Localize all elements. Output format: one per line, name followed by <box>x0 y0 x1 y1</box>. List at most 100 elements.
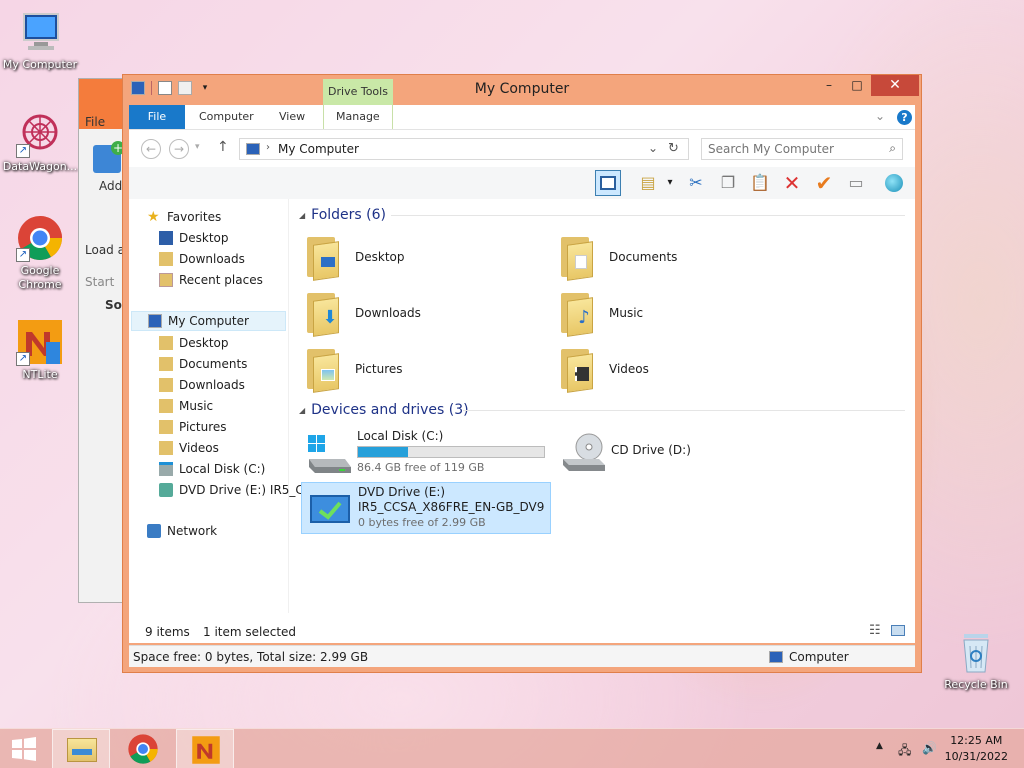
desktop-icon-ntlite[interactable]: ↗ NTLite <box>0 318 80 382</box>
windows-hard-drive-icon <box>305 431 353 475</box>
search-input[interactable] <box>708 142 878 156</box>
check-icon[interactable]: ✔ <box>811 170 837 196</box>
taskbar-google-chrome[interactable] <box>114 729 172 768</box>
nav-computer-videos[interactable]: Videos <box>159 438 219 458</box>
maximize-button[interactable]: □ <box>843 75 871 96</box>
nav-computer-music[interactable]: Music <box>159 396 213 416</box>
ribbon-expand-chevron-icon[interactable]: ⌄ <box>875 109 885 123</box>
desktop-folder-icon <box>307 237 339 281</box>
drive-volume-label: IR5_CCSA_X86FRE_EN-GB_DV9 <box>358 500 545 514</box>
drive-free-space: 0 bytes free of 2.99 GB <box>358 516 486 529</box>
videos-folder-icon <box>561 349 593 393</box>
item-count: 9 items <box>145 625 190 639</box>
tab-file[interactable]: File <box>129 105 185 129</box>
drive-tile-dvd-drive-e[interactable]: DVD Drive (E:) IR5_CCSA_X86FRE_EN-GB_DV9… <box>301 482 551 534</box>
nav-favorites[interactable]: ★ Favorites <box>147 207 221 227</box>
folder-tile-videos[interactable]: Videos <box>555 343 805 395</box>
back-button[interactable]: ← <box>141 139 161 159</box>
nav-favorite-desktop[interactable]: Desktop <box>159 228 229 248</box>
address-bar[interactable]: › My Computer ⌄ ↻ <box>239 138 689 160</box>
nav-computer-documents[interactable]: Documents <box>159 354 247 374</box>
preview-pane-icon[interactable] <box>595 170 621 196</box>
desktop-icon-datawagon[interactable]: ↗ DataWagon... <box>0 110 80 174</box>
delete-icon[interactable]: ✕ <box>779 170 805 196</box>
volume-icon[interactable]: 🔊 <box>922 741 937 755</box>
nav-computer-downloads[interactable]: Downloads <box>159 375 245 395</box>
group-header-folders[interactable]: ◢ Folders (6) <box>299 207 386 223</box>
desktop-icon-my-computer[interactable]: My Computer <box>0 8 80 72</box>
system-clock[interactable]: 12:25 AM 10/31/2022 <box>945 733 1008 765</box>
dropdown-chevron-icon[interactable]: ▾ <box>657 170 683 196</box>
close-button[interactable]: ✕ <box>871 75 919 96</box>
recent-locations-chevron-icon[interactable]: ▾ <box>195 142 200 152</box>
computer-icon <box>16 8 64 56</box>
computer-small-icon <box>769 651 783 663</box>
nav-network[interactable]: Network <box>147 521 217 541</box>
taskbar-file-explorer[interactable] <box>52 729 110 768</box>
tab-computer[interactable]: Computer <box>187 105 266 129</box>
refresh-icon[interactable]: ↻ <box>668 141 679 156</box>
network-icon <box>147 524 161 538</box>
nav-favorite-downloads[interactable]: Downloads <box>159 249 245 269</box>
pictures-folder-icon <box>307 349 339 393</box>
nav-my-computer[interactable]: My Computer <box>131 311 286 331</box>
network-tray-icon[interactable]: 🖧 <box>898 741 911 762</box>
chrome-icon: ↗ <box>16 214 64 262</box>
show-hidden-icons-chevron-icon[interactable]: ▲ <box>876 741 883 751</box>
recycle-bin-icon <box>952 628 1000 676</box>
copy-icon[interactable]: ❐ <box>715 170 741 196</box>
folder-tile-desktop[interactable]: Desktop <box>301 231 551 283</box>
explorer-window[interactable]: ▾ Drive Tools My Computer – □ ✕ File Com… <box>122 74 922 673</box>
drive-name: DVD Drive (E:) <box>358 485 446 499</box>
rename-icon[interactable]: ▭ <box>843 170 869 196</box>
bg-add-button[interactable]: Add <box>99 179 122 193</box>
chrome-icon <box>128 734 158 764</box>
window-titlebar[interactable]: ▾ Drive Tools My Computer – □ ✕ <box>123 75 921 105</box>
ntlite-icon <box>192 736 220 764</box>
paste-icon[interactable]: 📋 <box>747 170 773 196</box>
bg-file-menu[interactable]: File <box>85 115 105 129</box>
nav-computer-desktop[interactable]: Desktop <box>159 333 229 353</box>
minimize-button[interactable]: – <box>815 75 843 96</box>
folder-tile-documents[interactable]: Documents <box>555 231 805 283</box>
help-icon[interactable]: ? <box>897 110 912 125</box>
collapse-triangle-icon[interactable]: ◢ <box>299 406 305 415</box>
folder-tile-music[interactable]: ♪ Music <box>555 287 805 339</box>
forward-button[interactable]: → <box>169 139 189 159</box>
desktop-icon-recycle-bin[interactable]: Recycle Bin <box>936 628 1016 692</box>
file-list: ◢ Folders (6) Desktop Documents ⬇ Downlo… <box>293 199 915 613</box>
start-button[interactable] <box>0 729 48 768</box>
clock-time: 12:25 AM <box>950 734 1003 747</box>
large-icons-view-icon[interactable] <box>891 625 905 636</box>
breadcrumb-chevron-icon[interactable]: › <box>266 142 270 153</box>
breadcrumb-my-computer[interactable]: My Computer <box>278 142 359 156</box>
navigation-pane: ★ Favorites Desktop Downloads Recent pla… <box>129 199 304 613</box>
up-button[interactable]: ↑ <box>217 139 229 155</box>
folder-tile-pictures[interactable]: Pictures <box>301 343 551 395</box>
capacity-bar <box>357 446 545 458</box>
file-explorer-icon <box>67 738 97 762</box>
search-icon[interactable]: ⌕ <box>889 141 896 156</box>
desktop-icon-label: Google Chrome <box>18 264 62 291</box>
address-dropdown-chevron-icon[interactable]: ⌄ <box>648 141 658 155</box>
shell-icon[interactable] <box>881 170 907 196</box>
details-view-icon[interactable]: ☷ <box>869 623 881 638</box>
folder-tile-downloads[interactable]: ⬇ Downloads <box>301 287 551 339</box>
bg-start-label: Start <box>85 275 115 289</box>
desktop-icon-google-chrome[interactable]: ↗ Google Chrome <box>0 214 80 292</box>
search-box[interactable]: ⌕ <box>701 138 903 160</box>
tab-view[interactable]: View <box>267 105 317 129</box>
group-header-devices-and-drives[interactable]: ◢ Devices and drives (3) <box>299 402 469 418</box>
cut-icon[interactable]: ✂ <box>683 170 709 196</box>
taskbar-ntlite[interactable] <box>176 729 234 768</box>
window-title: My Computer <box>474 81 570 97</box>
drive-tile-cd-drive-d[interactable]: CD Drive (D:) <box>555 427 805 479</box>
nav-computer-pictures[interactable]: Pictures <box>159 417 227 437</box>
nav-favorite-recent-places[interactable]: Recent places <box>159 270 263 290</box>
nav-computer-dvd-drive[interactable]: DVD Drive (E:) IR5_C <box>159 480 304 500</box>
details-bar: Space free: 0 bytes, Total size: 2.99 GB… <box>129 645 915 667</box>
nav-computer-local-disk[interactable]: Local Disk (C:) <box>159 459 265 479</box>
drive-tile-local-disk-c[interactable]: Local Disk (C:) 86.4 GB free of 119 GB <box>301 427 551 479</box>
collapse-triangle-icon[interactable]: ◢ <box>299 211 305 220</box>
tab-manage[interactable]: Manage <box>323 105 393 129</box>
